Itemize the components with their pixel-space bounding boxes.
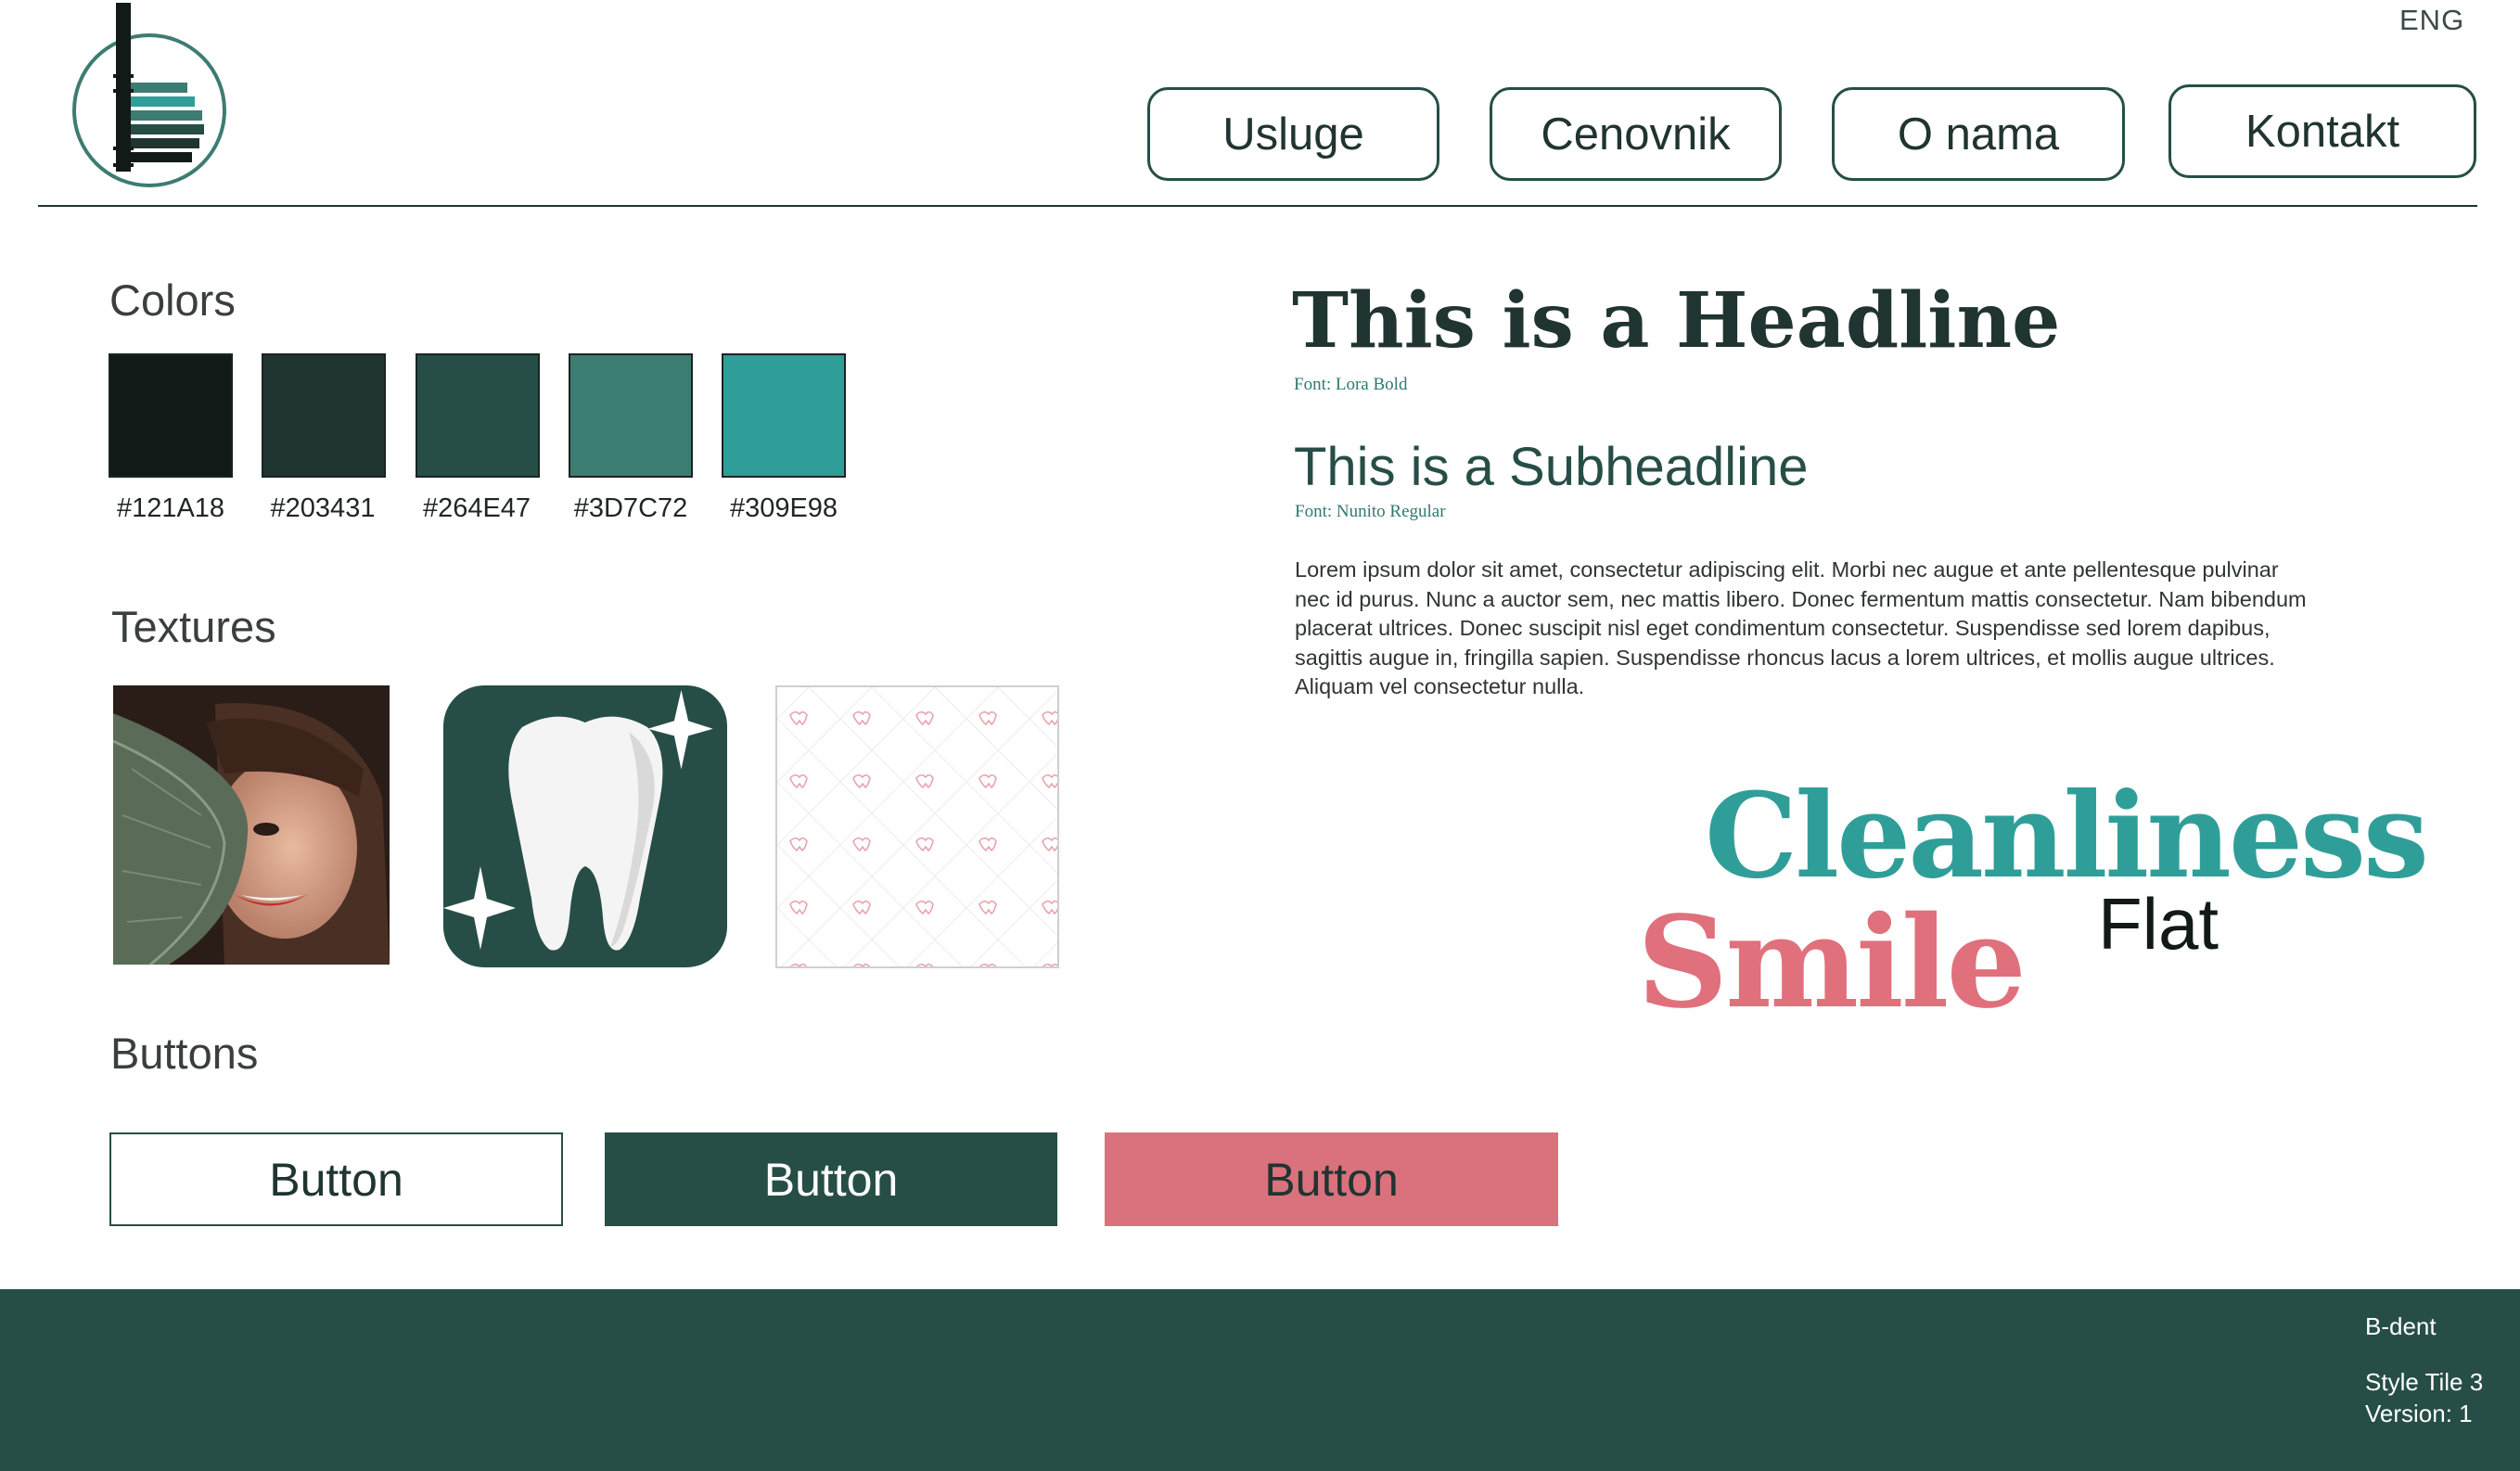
language-switch[interactable]: ENG: [2399, 4, 2464, 37]
headline-sample: This is a Headline: [1292, 276, 2061, 365]
nav-cenovnik-button[interactable]: Cenovnik: [1490, 87, 1782, 181]
keyword-flat: Flat: [2098, 883, 2219, 965]
footer: [0, 1289, 2520, 1471]
headline-font-note: Font: Lora Bold: [1294, 375, 1408, 394]
color-swatch-label: #309E98: [729, 493, 838, 523]
nav-o-nama-button[interactable]: O nama: [1832, 87, 2125, 181]
woman-with-leaf-photo: [113, 685, 390, 965]
keyword-smile: Smile: [1637, 889, 2027, 1037]
color-swatch-label: #121A18: [116, 493, 225, 523]
color-swatch: [569, 353, 693, 478]
header-divider: [38, 205, 2477, 207]
color-swatch: [262, 353, 386, 478]
logo-bar: [131, 138, 199, 148]
logo-bar: [131, 83, 187, 93]
logo-bar: [131, 124, 204, 134]
logo-line: [113, 89, 134, 93]
tooth-sparkle-icon: [443, 685, 727, 967]
outline-button[interactable]: Button: [109, 1132, 563, 1226]
logo-line: [113, 163, 134, 167]
nav-kontakt-button[interactable]: Kontakt: [2168, 84, 2476, 178]
subheadline-font-note: Font: Nunito Regular: [1295, 502, 1446, 521]
color-swatch: [109, 353, 233, 478]
dark-button[interactable]: Button: [605, 1132, 1057, 1226]
pink-button[interactable]: Button: [1105, 1132, 1558, 1226]
buttons-title: Buttons: [110, 1029, 259, 1078]
tooth-pattern: [775, 685, 1059, 968]
body-text-sample: Lorem ipsum dolor sit amet, consectetur …: [1295, 557, 2307, 698]
logo-line: [113, 147, 134, 150]
logo-line: [113, 74, 134, 78]
color-swatch-label: #264E47: [422, 493, 531, 523]
logo-bar: [131, 110, 202, 121]
color-swatch: [416, 353, 540, 478]
subheadline-sample: This is a Subheadline: [1294, 437, 1809, 497]
footer-version: Version: 1: [2365, 1400, 2473, 1427]
color-swatch-label: #203431: [270, 493, 376, 523]
keyword-cleanliness: Cleanliness: [1705, 767, 2429, 904]
footer-tile: Style Tile 3: [2365, 1368, 2484, 1396]
textures-title: Textures: [111, 602, 276, 651]
nav-usluge-button[interactable]: Usluge: [1147, 87, 1439, 181]
logo-bar: [131, 152, 192, 162]
color-swatch: [722, 353, 846, 478]
color-swatch-label: #3D7C72: [573, 493, 688, 523]
logo-bar: [131, 96, 195, 107]
colors-title: Colors: [109, 275, 236, 325]
footer-brand: B-dent: [2365, 1312, 2437, 1340]
